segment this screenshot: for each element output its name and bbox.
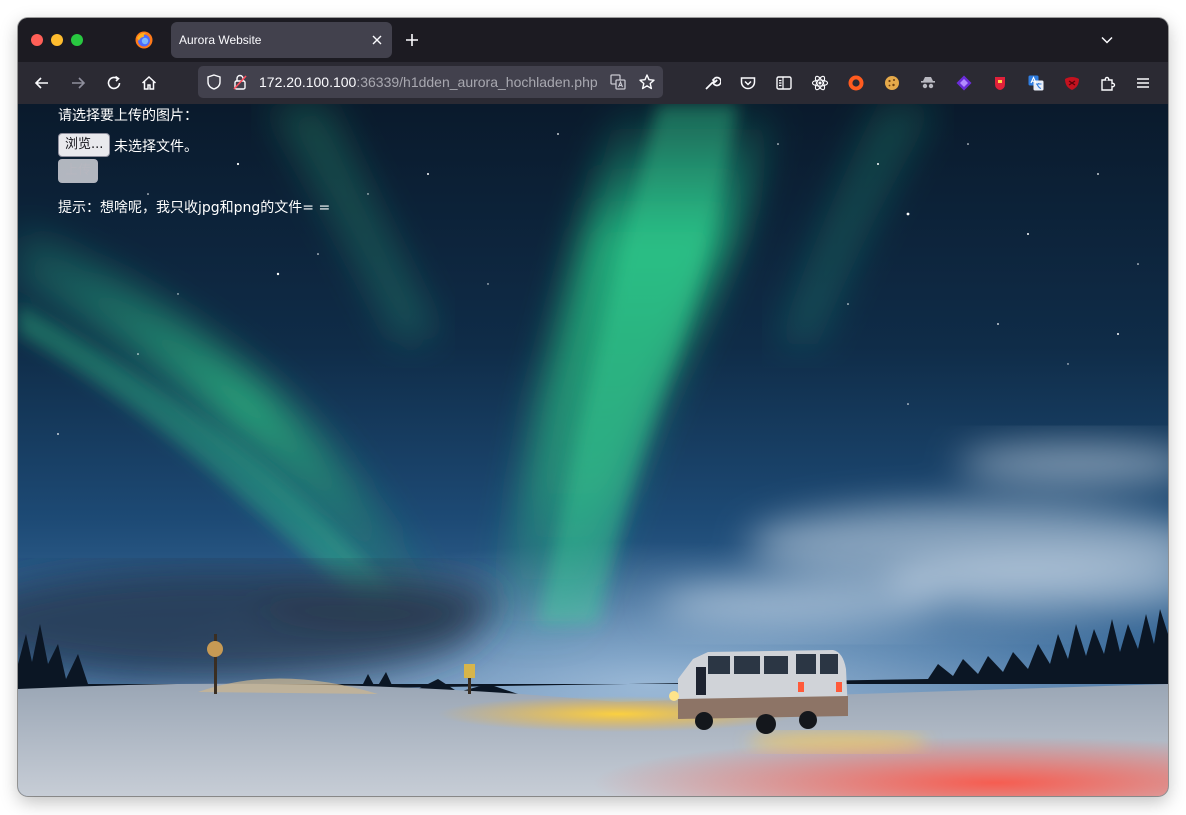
- url-text[interactable]: 172.20.100.100:36339/h1dden_aurora_hochl…: [259, 74, 598, 90]
- react-devtools-icon[interactable]: [811, 74, 829, 92]
- window-maximize-button[interactable]: [71, 34, 83, 46]
- page-content: 请选择要上传的图片： 浏览... 未选择文件。 上传 提示：想啥呢，我只收jpg…: [18, 104, 1168, 796]
- wrench-icon[interactable]: [703, 74, 721, 92]
- back-icon[interactable]: [33, 74, 51, 92]
- url-path: :36339/h1dden_aurora_hochladen.php: [356, 74, 598, 90]
- tab-aurora-website[interactable]: Aurora Website: [171, 22, 392, 58]
- no-file-selected-text: 未选择文件。: [114, 139, 198, 155]
- navigation-toolbar: 172.20.100.100:36339/h1dden_aurora_hochl…: [18, 62, 1168, 104]
- reader-sidebar-icon[interactable]: [775, 74, 793, 92]
- firefox-view-icon[interactable]: [134, 30, 154, 50]
- shield-icon[interactable]: [205, 73, 223, 91]
- hint-text: 提示：想啥呢，我只收jpg和png的文件= =: [58, 200, 331, 216]
- tab-close-icon[interactable]: [370, 33, 384, 47]
- chevron-down-icon[interactable]: [1100, 33, 1114, 47]
- window-close-button[interactable]: [31, 34, 43, 46]
- translate-icon[interactable]: [609, 73, 627, 91]
- new-tab-icon[interactable]: [404, 32, 420, 48]
- diamond-extension-icon[interactable]: [955, 74, 973, 92]
- browser-window: Aurora Website 172.20.100.100:36339/h1dd…: [18, 18, 1168, 796]
- home-icon[interactable]: [140, 74, 158, 92]
- tab-title: Aurora Website: [179, 33, 262, 47]
- pocket-icon[interactable]: [739, 74, 757, 92]
- insecure-lock-icon[interactable]: [231, 73, 249, 91]
- extensions-puzzle-icon[interactable]: [1099, 74, 1117, 92]
- address-bar[interactable]: 172.20.100.100:36339/h1dden_aurora_hochl…: [198, 66, 663, 98]
- menu-icon[interactable]: [1134, 74, 1152, 92]
- forward-icon[interactable]: [69, 74, 87, 92]
- red-extension-2-icon[interactable]: [1063, 74, 1081, 92]
- red-extension-icon[interactable]: [991, 74, 1009, 92]
- window-minimize-button[interactable]: [51, 34, 63, 46]
- tab-strip: Aurora Website: [18, 18, 1168, 62]
- upload-prompt: 请选择要上传的图片：: [58, 108, 198, 124]
- translate-extension-icon[interactable]: [1027, 74, 1045, 92]
- reload-icon[interactable]: [105, 74, 123, 92]
- spy-icon[interactable]: [919, 74, 937, 92]
- ublock-origin-icon[interactable]: [847, 74, 865, 92]
- upload-button[interactable]: 上传: [58, 159, 99, 183]
- url-host: 172.20.100.100: [259, 74, 357, 90]
- browse-button[interactable]: 浏览...: [58, 133, 111, 157]
- bookmark-star-icon[interactable]: [638, 73, 656, 91]
- cookie-icon[interactable]: [883, 74, 901, 92]
